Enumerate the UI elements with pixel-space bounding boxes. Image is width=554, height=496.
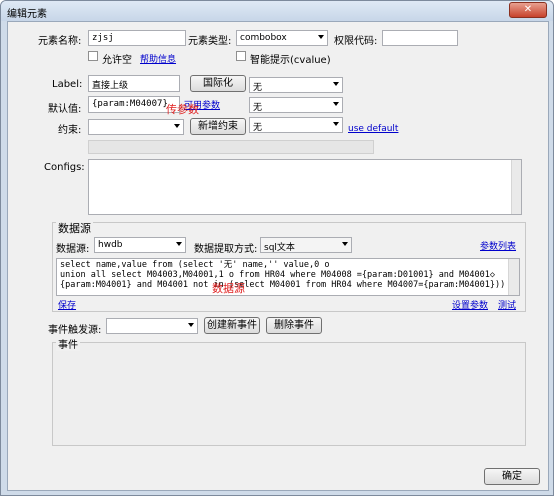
constraint-detail-field bbox=[88, 140, 374, 154]
permission-code-input[interactable] bbox=[382, 30, 458, 46]
datasource-label: 数据源: bbox=[56, 244, 90, 255]
datasource-value: hwdb bbox=[98, 240, 123, 250]
extract-method-label: 数据提取方式: bbox=[194, 244, 258, 255]
chevron-down-icon bbox=[174, 124, 180, 128]
allow-empty-label: 允许空 bbox=[102, 55, 132, 66]
set-params-link[interactable]: 设置参数 bbox=[452, 298, 488, 311]
chevron-down-icon bbox=[342, 242, 348, 246]
element-name-input[interactable]: zjsj bbox=[88, 30, 186, 46]
smart-hint-checkbox[interactable] bbox=[236, 51, 246, 61]
event-trigger-select[interactable] bbox=[106, 318, 198, 334]
chevron-down-icon bbox=[318, 35, 324, 39]
chevron-down-icon bbox=[333, 82, 339, 86]
datasource-group-label: 数据源 bbox=[56, 220, 93, 236]
label-select[interactable]: 无 bbox=[249, 77, 343, 93]
constraint-select[interactable] bbox=[88, 119, 184, 135]
save-link[interactable]: 保存 bbox=[58, 298, 76, 311]
default-value-select[interactable]: 无 bbox=[249, 97, 343, 113]
label-field-label: Label: bbox=[52, 79, 83, 90]
label-input[interactable]: 直接上级 bbox=[88, 75, 180, 92]
help-info-link[interactable]: 帮助信息 bbox=[140, 52, 176, 65]
sql-line-2: union all select M04003,M04001,1 o from … bbox=[60, 270, 495, 280]
events-group-label: 事件 bbox=[56, 336, 80, 351]
chevron-down-icon bbox=[333, 122, 339, 126]
annotation-pass-params: 传参数 bbox=[166, 103, 199, 116]
sql-textarea[interactable]: select name,value from (select '无' name,… bbox=[56, 258, 520, 296]
close-icon[interactable]: ✕ bbox=[509, 2, 547, 18]
chevron-down-icon bbox=[176, 242, 182, 246]
title-bar[interactable]: 编辑元素 ✕ bbox=[1, 1, 553, 21]
annotation-datasource: 数据源 bbox=[212, 282, 245, 295]
dialog-window: 编辑元素 ✕ 元素名称: zjsj 元素类型: combobox 权限代码: 允… bbox=[0, 0, 554, 496]
events-group bbox=[52, 342, 526, 446]
event-trigger-label: 事件触发源: bbox=[48, 325, 102, 336]
allow-empty-checkbox[interactable] bbox=[88, 51, 98, 61]
sql-scrollbar[interactable] bbox=[508, 259, 519, 295]
element-type-select[interactable]: combobox bbox=[236, 30, 328, 46]
permission-code-label: 权限代码: bbox=[334, 36, 378, 47]
ok-button[interactable]: 确定 bbox=[484, 468, 540, 485]
datasource-select[interactable]: hwdb bbox=[94, 237, 186, 253]
default-value-select-value: 无 bbox=[253, 103, 263, 113]
default-value-label: 默认值: bbox=[48, 104, 82, 115]
smart-hint-label: 智能提示(cvalue) bbox=[250, 55, 331, 66]
element-type-label: 元素类型: bbox=[188, 36, 232, 47]
chevron-down-icon bbox=[333, 102, 339, 106]
i18n-button[interactable]: 国际化 bbox=[190, 75, 246, 92]
add-constraint-button[interactable]: 新增约束 bbox=[190, 118, 246, 135]
window-title: 编辑元素 bbox=[7, 9, 47, 20]
configs-textarea[interactable] bbox=[88, 159, 522, 215]
extract-method-select[interactable]: sql文本 bbox=[260, 237, 352, 253]
delete-event-button[interactable]: 删除事件 bbox=[266, 317, 322, 334]
element-type-value: combobox bbox=[240, 33, 287, 43]
create-event-button[interactable]: 创建新事件 bbox=[204, 317, 260, 334]
configs-scrollbar[interactable] bbox=[511, 160, 521, 214]
sql-line-3: {param:M04001} and M04001 not in (select… bbox=[60, 280, 520, 290]
use-default-link[interactable]: use default bbox=[348, 124, 398, 134]
sql-line-1: select name,value from (select '无' name,… bbox=[60, 260, 330, 270]
extract-method-value: sql文本 bbox=[264, 243, 295, 253]
configs-label: Configs: bbox=[44, 162, 85, 173]
test-link[interactable]: 测试 bbox=[498, 298, 516, 311]
dialog-body: 元素名称: zjsj 元素类型: combobox 权限代码: 允许空 帮助信息… bbox=[7, 21, 549, 491]
constraint-type-value: 无 bbox=[253, 123, 263, 133]
element-name-label: 元素名称: bbox=[38, 36, 82, 47]
param-list-link[interactable]: 参数列表 bbox=[480, 239, 516, 252]
chevron-down-icon bbox=[188, 323, 194, 327]
label-select-value: 无 bbox=[253, 83, 263, 93]
constraint-label: 约束: bbox=[58, 125, 82, 136]
constraint-type-select[interactable]: 无 bbox=[249, 117, 343, 133]
